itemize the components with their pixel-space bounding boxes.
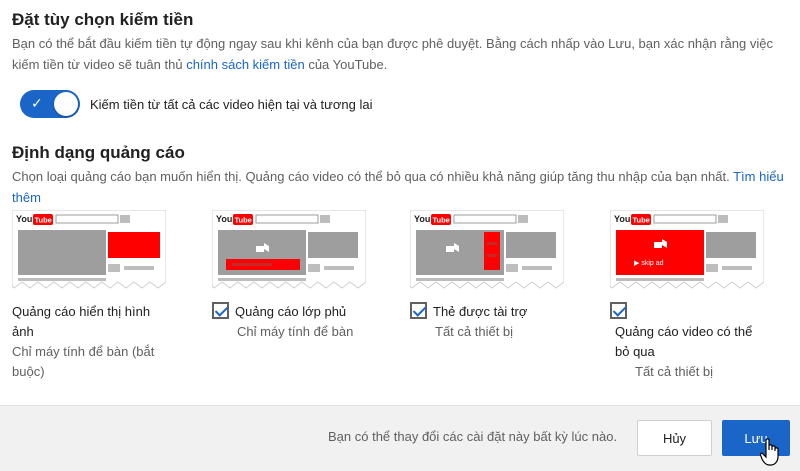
youtube-logo-tube: Tube	[35, 216, 52, 225]
cancel-button[interactable]: Hủy	[637, 420, 712, 456]
sponsored-card-checkbox[interactable]	[410, 302, 427, 319]
svg-text:Tube: Tube	[633, 216, 650, 225]
monetize-toggle-label: Kiếm tiền từ tất cả các video hiện tại v…	[90, 96, 373, 112]
ad-formats-title: Định dạng quảng cáo	[12, 143, 185, 162]
svg-text:You: You	[614, 214, 630, 224]
hand-cursor-icon	[759, 438, 782, 471]
svg-text:You: You	[414, 214, 430, 224]
monetize-toggle-row: ✓ Kiếm tiền từ tất cả các video hiện tại…	[20, 90, 372, 118]
sponsored-card-label[interactable]: Thẻ được tài trợ	[433, 304, 527, 319]
svg-text:Tube: Tube	[235, 216, 252, 225]
svg-text:You: You	[216, 214, 232, 224]
monetization-description: Bạn có thể bắt đầu kiếm tiền tự động nga…	[12, 36, 773, 72]
sponsored-card-option: Thẻ được tài trợ Tất cả thiết bị	[410, 302, 580, 342]
youtube-logo-text: You	[16, 214, 32, 224]
footer-note: Bạn có thể thay đổi các cài đặt này bất …	[328, 429, 618, 444]
overlay-ad-label[interactable]: Quảng cáo lớp phủ	[235, 304, 346, 319]
skippable-ad-option: Quảng cáo video có thể bỏ qua Tất cả thi…	[610, 302, 790, 382]
check-icon: ✓	[31, 95, 43, 111]
monetization-policy-link[interactable]: chính sách kiếm tiền	[186, 57, 305, 72]
sponsored-card-block	[484, 232, 500, 270]
overlay-ad-option: Quảng cáo lớp phủ Chỉ máy tính để bàn	[212, 302, 382, 342]
display-ad-thumbnail: You Tube	[12, 210, 166, 290]
skip-ad-label: ▶ skip ad	[634, 260, 664, 267]
video-ad-block	[616, 230, 704, 275]
footer-bar: Bạn có thể thay đổi các cài đặt này bất …	[0, 405, 800, 471]
overlay-ad-checkbox[interactable]	[212, 302, 229, 319]
ad-formats-description: Chọn loại quảng cáo bạn muốn hiển thị. Q…	[12, 169, 784, 205]
skippable-ad-label[interactable]: Quảng cáo video có thể	[610, 322, 790, 342]
display-ad-block	[108, 232, 160, 258]
monetization-title: Đặt tùy chọn kiếm tiền	[12, 10, 194, 29]
toggle-knob	[54, 92, 78, 116]
sponsored-card-thumbnail: You Tube	[410, 210, 564, 290]
svg-text:Tube: Tube	[433, 216, 450, 225]
skippable-ad-checkbox[interactable]	[610, 302, 627, 319]
skippable-ad-thumbnail: You Tube ▶ skip ad	[610, 210, 764, 290]
display-ad-option: Quảng cáo hiển thị hình ảnh Chỉ máy tính…	[12, 304, 155, 379]
monetize-toggle[interactable]: ✓	[20, 90, 80, 118]
overlay-ad-thumbnail: You Tube	[212, 210, 366, 290]
